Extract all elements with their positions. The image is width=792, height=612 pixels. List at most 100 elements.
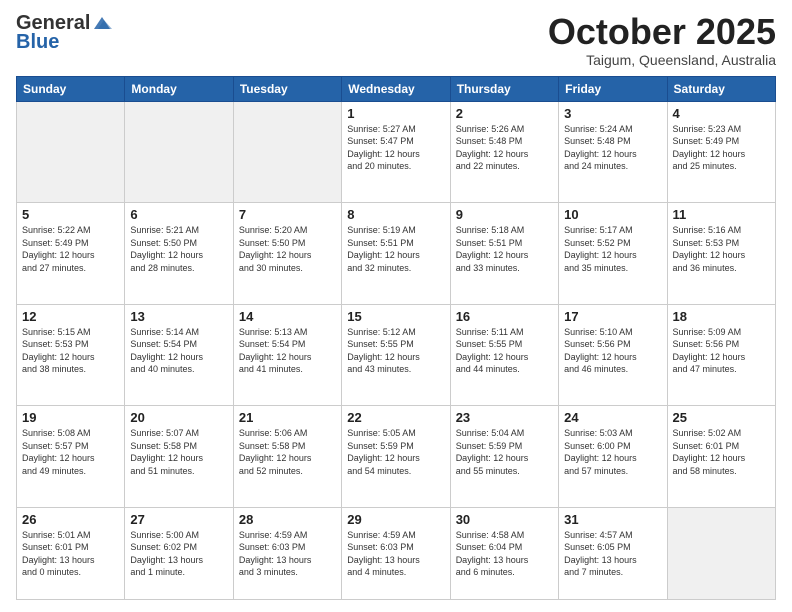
table-row: 8 Sunrise: 5:19 AM Sunset: 5:51 PM Daylig… (342, 203, 450, 305)
day-number: 27 (130, 512, 227, 527)
day-number: 19 (22, 410, 119, 425)
title-area: October 2025 Taigum, Queensland, Austral… (548, 12, 776, 68)
day-info: Sunrise: 5:16 AM Sunset: 5:53 PM Dayligh… (673, 224, 770, 274)
day-number: 13 (130, 309, 227, 324)
table-row: 22 Sunrise: 5:05 AM Sunset: 5:59 PM Dayli… (342, 406, 450, 508)
day-info: Sunrise: 5:10 AM Sunset: 5:56 PM Dayligh… (564, 326, 661, 376)
day-number: 24 (564, 410, 661, 425)
col-sunday: Sunday (17, 76, 125, 101)
col-saturday: Saturday (667, 76, 775, 101)
table-row: 2 Sunrise: 5:26 AM Sunset: 5:48 PM Daylig… (450, 101, 558, 203)
table-row: 1 Sunrise: 5:27 AM Sunset: 5:47 PM Daylig… (342, 101, 450, 203)
table-row: 14 Sunrise: 5:13 AM Sunset: 5:54 PM Dayli… (233, 304, 341, 406)
table-row: 18Sunrise: 5:09 AM Sunset: 5:56 PM Dayli… (667, 304, 775, 406)
day-number: 21 (239, 410, 336, 425)
day-number: 2 (456, 106, 553, 121)
day-info: Sunrise: 5:00 AM Sunset: 6:02 PM Dayligh… (130, 529, 227, 579)
table-row: 30 Sunrise: 4:58 AM Sunset: 6:04 PM Dayli… (450, 507, 558, 599)
day-number: 5 (22, 207, 119, 222)
col-monday: Monday (125, 76, 233, 101)
day-info: Sunrise: 5:08 AM Sunset: 5:57 PM Dayligh… (22, 427, 119, 477)
calendar-header-row: Sunday Monday Tuesday Wednesday Thursday… (17, 76, 776, 101)
day-info: Sunrise: 5:22 AM Sunset: 5:49 PM Dayligh… (22, 224, 119, 274)
col-thursday: Thursday (450, 76, 558, 101)
day-number: 26 (22, 512, 119, 527)
table-row: 29 Sunrise: 4:59 AM Sunset: 6:03 PM Dayli… (342, 507, 450, 599)
day-info: Sunrise: 5:02 AM Sunset: 6:01 PM Dayligh… (673, 427, 770, 477)
day-number: 25 (673, 410, 770, 425)
table-row (667, 507, 775, 599)
table-row (233, 101, 341, 203)
table-row: 26 Sunrise: 5:01 AM Sunset: 6:01 PM Dayli… (17, 507, 125, 599)
logo-blue-text: Blue (16, 31, 59, 54)
table-row: 17 Sunrise: 5:10 AM Sunset: 5:56 PM Dayli… (559, 304, 667, 406)
day-info: Sunrise: 4:59 AM Sunset: 6:03 PM Dayligh… (239, 529, 336, 579)
table-row: 4 Sunrise: 5:23 AM Sunset: 5:49 PM Daylig… (667, 101, 775, 203)
day-number: 1 (347, 106, 444, 121)
table-row: 10 Sunrise: 5:17 AM Sunset: 5:52 PM Dayli… (559, 203, 667, 305)
day-number: 16 (456, 309, 553, 324)
day-info: Sunrise: 5:18 AM Sunset: 5:51 PM Dayligh… (456, 224, 553, 274)
day-number: 14 (239, 309, 336, 324)
table-row: 27 Sunrise: 5:00 AM Sunset: 6:02 PM Dayli… (125, 507, 233, 599)
day-info: Sunrise: 5:19 AM Sunset: 5:51 PM Dayligh… (347, 224, 444, 274)
table-row: 20 Sunrise: 5:07 AM Sunset: 5:58 PM Dayli… (125, 406, 233, 508)
day-info: Sunrise: 5:26 AM Sunset: 5:48 PM Dayligh… (456, 123, 553, 173)
day-number: 8 (347, 207, 444, 222)
day-info: Sunrise: 5:06 AM Sunset: 5:58 PM Dayligh… (239, 427, 336, 477)
day-number: 22 (347, 410, 444, 425)
day-info: Sunrise: 5:04 AM Sunset: 5:59 PM Dayligh… (456, 427, 553, 477)
header: General Blue October 2025 Taigum, Queens… (16, 12, 776, 68)
table-row (125, 101, 233, 203)
table-row: 15Sunrise: 5:12 AM Sunset: 5:55 PM Dayli… (342, 304, 450, 406)
day-info: Sunrise: 5:27 AM Sunset: 5:47 PM Dayligh… (347, 123, 444, 173)
table-row: 5 Sunrise: 5:22 AM Sunset: 5:49 PM Daylig… (17, 203, 125, 305)
logo: General Blue (16, 12, 112, 54)
day-info: Sunrise: 5:13 AM Sunset: 5:54 PM Dayligh… (239, 326, 336, 376)
calendar: Sunday Monday Tuesday Wednesday Thursday… (16, 76, 776, 600)
col-tuesday: Tuesday (233, 76, 341, 101)
day-number: 4 (673, 106, 770, 121)
location: Taigum, Queensland, Australia (548, 52, 776, 68)
day-number: 7 (239, 207, 336, 222)
table-row: 23 Sunrise: 5:04 AM Sunset: 5:59 PM Dayli… (450, 406, 558, 508)
day-info: Sunrise: 4:59 AM Sunset: 6:03 PM Dayligh… (347, 529, 444, 579)
day-info: Sunrise: 5:01 AM Sunset: 6:01 PM Dayligh… (22, 529, 119, 579)
day-info: Sunrise: 5:24 AM Sunset: 5:48 PM Dayligh… (564, 123, 661, 173)
day-number: 30 (456, 512, 553, 527)
day-number: 15 (347, 309, 444, 324)
day-number: 11 (673, 207, 770, 222)
day-number: 18 (673, 309, 770, 324)
table-row: 24Sunrise: 5:03 AM Sunset: 6:00 PM Dayli… (559, 406, 667, 508)
day-number: 20 (130, 410, 227, 425)
day-number: 23 (456, 410, 553, 425)
day-info: Sunrise: 5:17 AM Sunset: 5:52 PM Dayligh… (564, 224, 661, 274)
day-number: 29 (347, 512, 444, 527)
table-row: 9 Sunrise: 5:18 AM Sunset: 5:51 PM Daylig… (450, 203, 558, 305)
day-info: Sunrise: 4:58 AM Sunset: 6:04 PM Dayligh… (456, 529, 553, 579)
table-row: 16 Sunrise: 5:11 AM Sunset: 5:55 PM Dayli… (450, 304, 558, 406)
day-number: 6 (130, 207, 227, 222)
table-row: 7 Sunrise: 5:20 AM Sunset: 5:50 PM Daylig… (233, 203, 341, 305)
day-info: Sunrise: 5:20 AM Sunset: 5:50 PM Dayligh… (239, 224, 336, 274)
table-row (17, 101, 125, 203)
table-row: 13Sunrise: 5:14 AM Sunset: 5:54 PM Dayli… (125, 304, 233, 406)
col-wednesday: Wednesday (342, 76, 450, 101)
day-info: Sunrise: 5:23 AM Sunset: 5:49 PM Dayligh… (673, 123, 770, 173)
day-info: Sunrise: 5:07 AM Sunset: 5:58 PM Dayligh… (130, 427, 227, 477)
day-info: Sunrise: 5:11 AM Sunset: 5:55 PM Dayligh… (456, 326, 553, 376)
day-info: Sunrise: 5:15 AM Sunset: 5:53 PM Dayligh… (22, 326, 119, 376)
day-number: 9 (456, 207, 553, 222)
day-info: Sunrise: 5:21 AM Sunset: 5:50 PM Dayligh… (130, 224, 227, 274)
month-title: October 2025 (548, 12, 776, 52)
table-row: 28 Sunrise: 4:59 AM Sunset: 6:03 PM Dayli… (233, 507, 341, 599)
day-number: 17 (564, 309, 661, 324)
table-row: 31Sunrise: 4:57 AM Sunset: 6:05 PM Dayli… (559, 507, 667, 599)
day-number: 28 (239, 512, 336, 527)
day-info: Sunrise: 4:57 AM Sunset: 6:05 PM Dayligh… (564, 529, 661, 579)
day-number: 10 (564, 207, 661, 222)
day-info: Sunrise: 5:05 AM Sunset: 5:59 PM Dayligh… (347, 427, 444, 477)
table-row: 25 Sunrise: 5:02 AM Sunset: 6:01 PM Dayli… (667, 406, 775, 508)
table-row: 6 Sunrise: 5:21 AM Sunset: 5:50 PM Daylig… (125, 203, 233, 305)
day-number: 3 (564, 106, 661, 121)
